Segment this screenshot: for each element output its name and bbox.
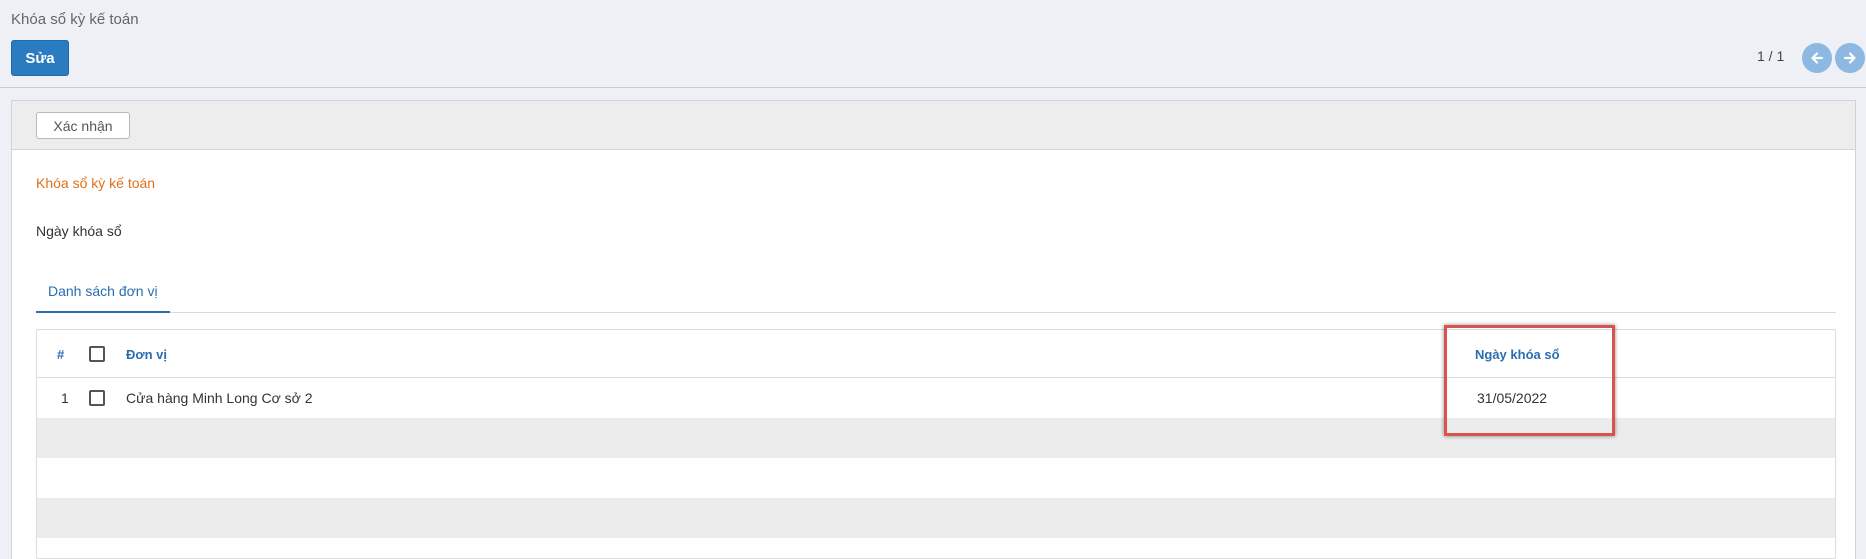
form-statusbar: Xác nhận [12,101,1855,150]
row-unit: Cửa hàng Minh Long Cơ sở 2 [126,390,313,406]
select-all-cell [89,330,105,378]
breadcrumb[interactable]: Khóa sổ kỳ kế toán [11,11,139,28]
empty-row [37,458,1835,498]
pager-next-button[interactable] [1835,43,1865,73]
page: Khóa sổ kỳ kế toán Sửa 1 / 1 Xác nhận Kh… [0,0,1866,559]
unit-table: # Đơn vị Ngày khóa sổ 1 Cửa hàng Minh Lo… [36,329,1836,559]
empty-row [37,418,1835,458]
row-lock-date: 31/05/2022 [1477,390,1548,406]
row-index: 1 [61,390,69,406]
empty-row [37,498,1835,538]
column-header-unit[interactable]: Đơn vị [126,330,167,378]
notebook-tabs: Danh sách đơn vị [36,271,1836,313]
select-all-checkbox[interactable] [89,346,105,362]
form-title: Khóa sổ kỳ kế toán [36,175,156,191]
confirm-button[interactable]: Xác nhận [36,112,130,139]
column-header-lock-date[interactable]: Ngày khóa sổ [1475,330,1560,378]
arrow-right-icon [1843,52,1856,64]
row-select-cell [89,378,105,418]
edit-button[interactable]: Sửa [11,40,69,76]
arrow-left-icon [1811,52,1824,64]
tab-unit-list[interactable]: Danh sách đơn vị [36,271,170,313]
table-header: # Đơn vị Ngày khóa sổ [37,330,1835,378]
control-panel: Khóa sổ kỳ kế toán Sửa 1 / 1 [0,0,1866,88]
pager-previous-button[interactable] [1802,43,1832,73]
form-sheet: Xác nhận Khóa sổ kỳ kế toán Ngày khóa sổ… [11,100,1856,559]
column-header-index: # [57,346,65,362]
lock-date-field-label: Ngày khóa sổ [36,223,122,239]
pager-value[interactable]: 1 / 1 [1757,48,1784,64]
table-row[interactable]: 1 Cửa hàng Minh Long Cơ sở 2 31/05/2022 [37,378,1835,418]
row-checkbox[interactable] [89,390,105,406]
